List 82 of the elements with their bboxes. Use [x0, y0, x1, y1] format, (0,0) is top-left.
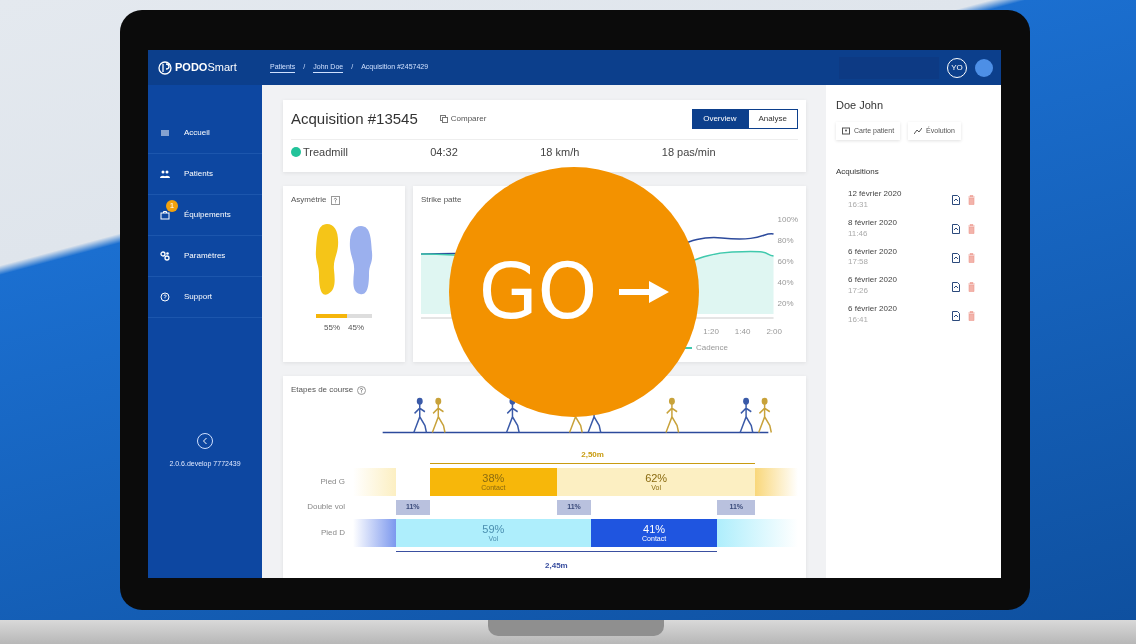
row-label: Pied G: [319, 476, 346, 488]
acquisition-date: 6 février 2020: [848, 305, 898, 314]
chevron-left-icon: [202, 437, 208, 445]
acquisition-title: Acquisition #13545: [291, 109, 418, 129]
acquisition-item[interactable]: 8 février 2020 11:46: [836, 214, 991, 244]
notification-badge: 1: [166, 200, 178, 212]
acquisition-item[interactable]: 6 février 2020 16:41: [836, 301, 991, 330]
gears-icon: [160, 251, 170, 261]
sidebar-item[interactable]: Patients: [148, 154, 262, 195]
axis-tick-label: 1:20: [703, 326, 719, 338]
report-icon[interactable]: [952, 281, 960, 292]
stride-length: 2,45m: [545, 560, 568, 570]
copy-icon: [439, 115, 448, 124]
arrow-right-icon: [619, 278, 670, 306]
view-tab[interactable]: Analyse: [747, 109, 798, 130]
stat-value: Treadmill: [303, 144, 348, 160]
acquisition-item[interactable]: 6 février 2020 17:26: [836, 272, 991, 302]
briefcase-icon: [160, 210, 170, 220]
acquisition-time: 16:31: [848, 198, 870, 211]
acquisition-date: 12 février 2020: [848, 190, 903, 199]
view-tab[interactable]: Overview: [692, 109, 748, 130]
sidebar-item[interactable]: Accueil: [148, 113, 262, 154]
id-card-icon: [842, 126, 850, 135]
running-stages-title: Etapes de course: [291, 384, 354, 396]
sidebar-item[interactable]: Support: [148, 277, 262, 318]
acquisition-date: 6 février 2020: [848, 247, 898, 257]
help-icon: [357, 385, 367, 395]
stat-value: 04:32: [430, 144, 458, 160]
acquisition-time: 17:58: [848, 256, 870, 269]
phase-fade: [353, 518, 396, 547]
acquisition-time: 16:41: [848, 314, 870, 326]
acquisition-time: 11:46: [848, 227, 869, 240]
stat-value: 18 pas/min: [661, 144, 716, 160]
report-icon[interactable]: [952, 253, 960, 263]
patient-name: Doe John: [836, 98, 885, 113]
trend-icon: [914, 126, 923, 135]
axis-tick-label: 2:00: [766, 326, 782, 338]
acquisitions-heading: Acquisitions: [836, 166, 880, 178]
logo-icon: [158, 60, 172, 75]
sidebar-item[interactable]: Équipements 1: [148, 195, 262, 236]
sidebar-label: Accueil: [184, 127, 210, 139]
axis-tick-label: 20%: [777, 298, 795, 310]
phase-percent: 59%: [482, 523, 505, 535]
sidebar-item[interactable]: Paramètres: [148, 236, 262, 277]
phase-percent: 41%: [643, 523, 666, 535]
axis-tick-label: 100%: [777, 214, 798, 226]
report-icon[interactable]: [952, 195, 960, 206]
row-label: Double vol: [306, 501, 346, 514]
sidebar-label: Support: [184, 291, 213, 303]
sidebar-label: Patients: [184, 168, 213, 180]
sidebar-label: Équipements: [184, 209, 231, 221]
axis-tick-label: 40%: [777, 277, 795, 289]
app-logo-text: PODOSmart: [175, 60, 237, 76]
help-icon: [160, 292, 170, 302]
stat-value: 18 km/h: [540, 144, 580, 160]
phase-percent: 38%: [482, 473, 505, 484]
phase-percent: 62%: [645, 473, 668, 484]
acquisition-time: 17:26: [848, 285, 870, 298]
asymmetry-title: Asymétrie: [291, 194, 327, 206]
report-icon[interactable]: [952, 224, 960, 235]
axis-tick-label: 1:40: [734, 326, 751, 338]
acquisition-item[interactable]: 12 février 2020 16:31: [836, 186, 991, 215]
report-icon[interactable]: [952, 310, 960, 321]
acquisition-item[interactable]: 6 février 2020 17:58: [836, 243, 991, 273]
help-icon: [330, 195, 340, 205]
axis-tick-label: 80%: [777, 235, 795, 247]
axis-tick-label: 60%: [777, 256, 795, 268]
go-label: GO: [478, 254, 598, 330]
phase-fade: [353, 468, 396, 496]
compare-button[interactable]: Comparer: [433, 112, 493, 127]
account-avatar[interactable]: [975, 58, 993, 77]
sidebar-label: Paramètres: [184, 250, 226, 262]
people-icon: [160, 169, 170, 179]
acquisition-date: 6 février 2020: [848, 276, 898, 286]
phase-fade: [755, 468, 798, 496]
status-dot: [291, 146, 301, 157]
acquisition-date: 8 février 2020: [848, 218, 898, 228]
left-percent: 55%: [324, 322, 340, 334]
right-percent: 45%: [348, 322, 364, 334]
stride-length: 2,50m: [581, 450, 604, 459]
row-label: Pied D: [320, 526, 346, 539]
menu-icon: [160, 128, 170, 138]
